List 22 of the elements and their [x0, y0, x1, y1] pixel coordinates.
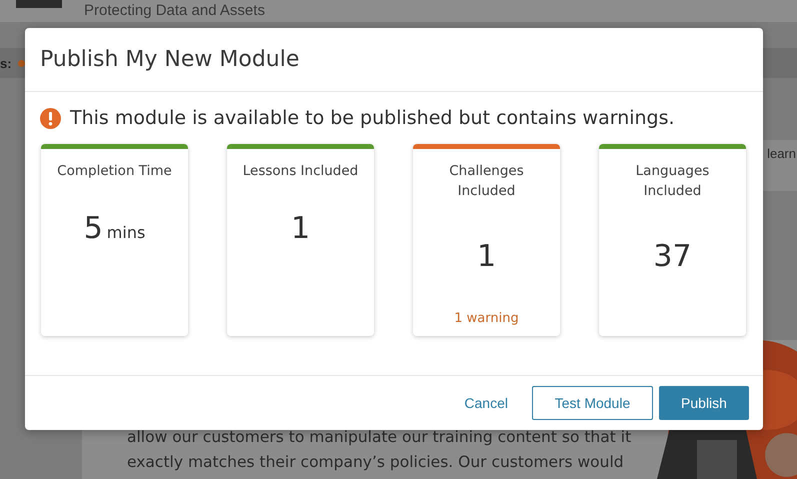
dialog-title: Publish My New Module	[40, 47, 300, 72]
filter-label: s:	[0, 56, 12, 70]
card-title: Challenges Included	[448, 162, 525, 201]
test-module-button[interactable]: Test Module	[532, 386, 653, 420]
page-subtitle: Protecting Data and Assets	[84, 2, 265, 19]
card-value: 1	[476, 239, 496, 274]
publish-button[interactable]: Publish	[659, 386, 749, 420]
status-dot	[18, 60, 25, 66]
card-title: Completion Time	[56, 162, 173, 181]
card-value: 5	[84, 211, 103, 246]
card-value: 37	[653, 239, 692, 274]
warning-icon	[40, 108, 61, 128]
body-text: allow our customers to manipulate our training content so that it	[127, 427, 632, 448]
card-unit: mins	[106, 223, 146, 242]
card-title: Lessons Included	[242, 162, 360, 181]
logo	[16, 0, 62, 8]
body-text: exactly matches their company’s policies. Our customers would	[127, 452, 625, 473]
warning-message: This module is available to be published but contains warnings.	[70, 107, 675, 129]
card-value: 1	[290, 211, 310, 246]
card-title: Languages Included	[634, 162, 710, 201]
warning-count: 1 warning	[454, 311, 519, 326]
cancel-link[interactable]: Cancel	[446, 386, 526, 420]
